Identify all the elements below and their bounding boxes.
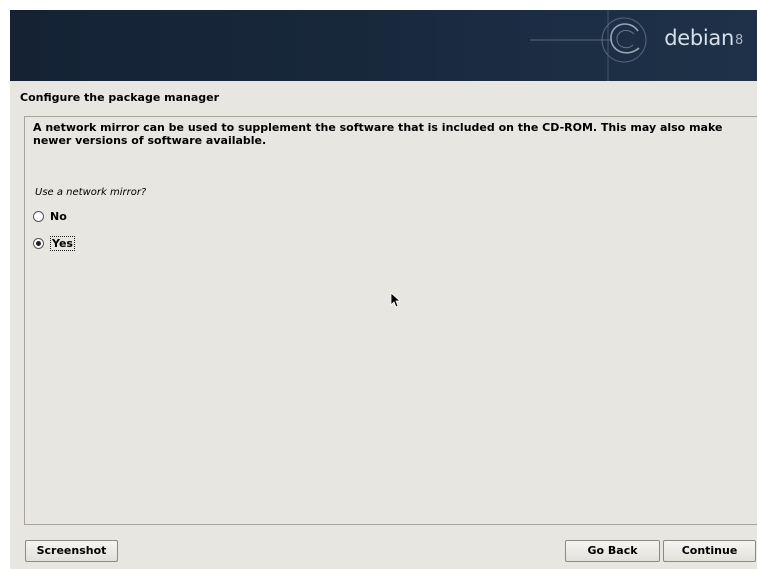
option-yes[interactable]: Yes xyxy=(33,236,75,251)
radio-no[interactable] xyxy=(33,211,44,222)
debian-banner: debian8 xyxy=(10,10,757,81)
mouse-cursor-icon xyxy=(390,292,400,308)
option-no[interactable]: No xyxy=(33,210,67,223)
content-panel: A network mirror can be used to suppleme… xyxy=(24,116,757,525)
continue-button[interactable]: Continue xyxy=(663,540,756,562)
swirl-icon xyxy=(530,10,647,81)
go-back-button[interactable]: Go Back xyxy=(565,540,660,562)
description-text: A network mirror can be used to suppleme… xyxy=(33,121,723,147)
debian-logo: debian8 xyxy=(664,26,743,50)
page-title: Configure the package manager xyxy=(20,91,220,104)
question-label: Use a network mirror? xyxy=(35,187,147,198)
radio-yes[interactable] xyxy=(33,238,44,249)
brand-name: debian xyxy=(664,26,735,50)
option-yes-label[interactable]: Yes xyxy=(50,236,75,251)
installer-window: debian8 Configure the package manager A … xyxy=(10,10,757,569)
screenshot-button[interactable]: Screenshot xyxy=(25,540,118,562)
option-no-label[interactable]: No xyxy=(50,210,67,223)
brand-version: 8 xyxy=(735,33,743,48)
